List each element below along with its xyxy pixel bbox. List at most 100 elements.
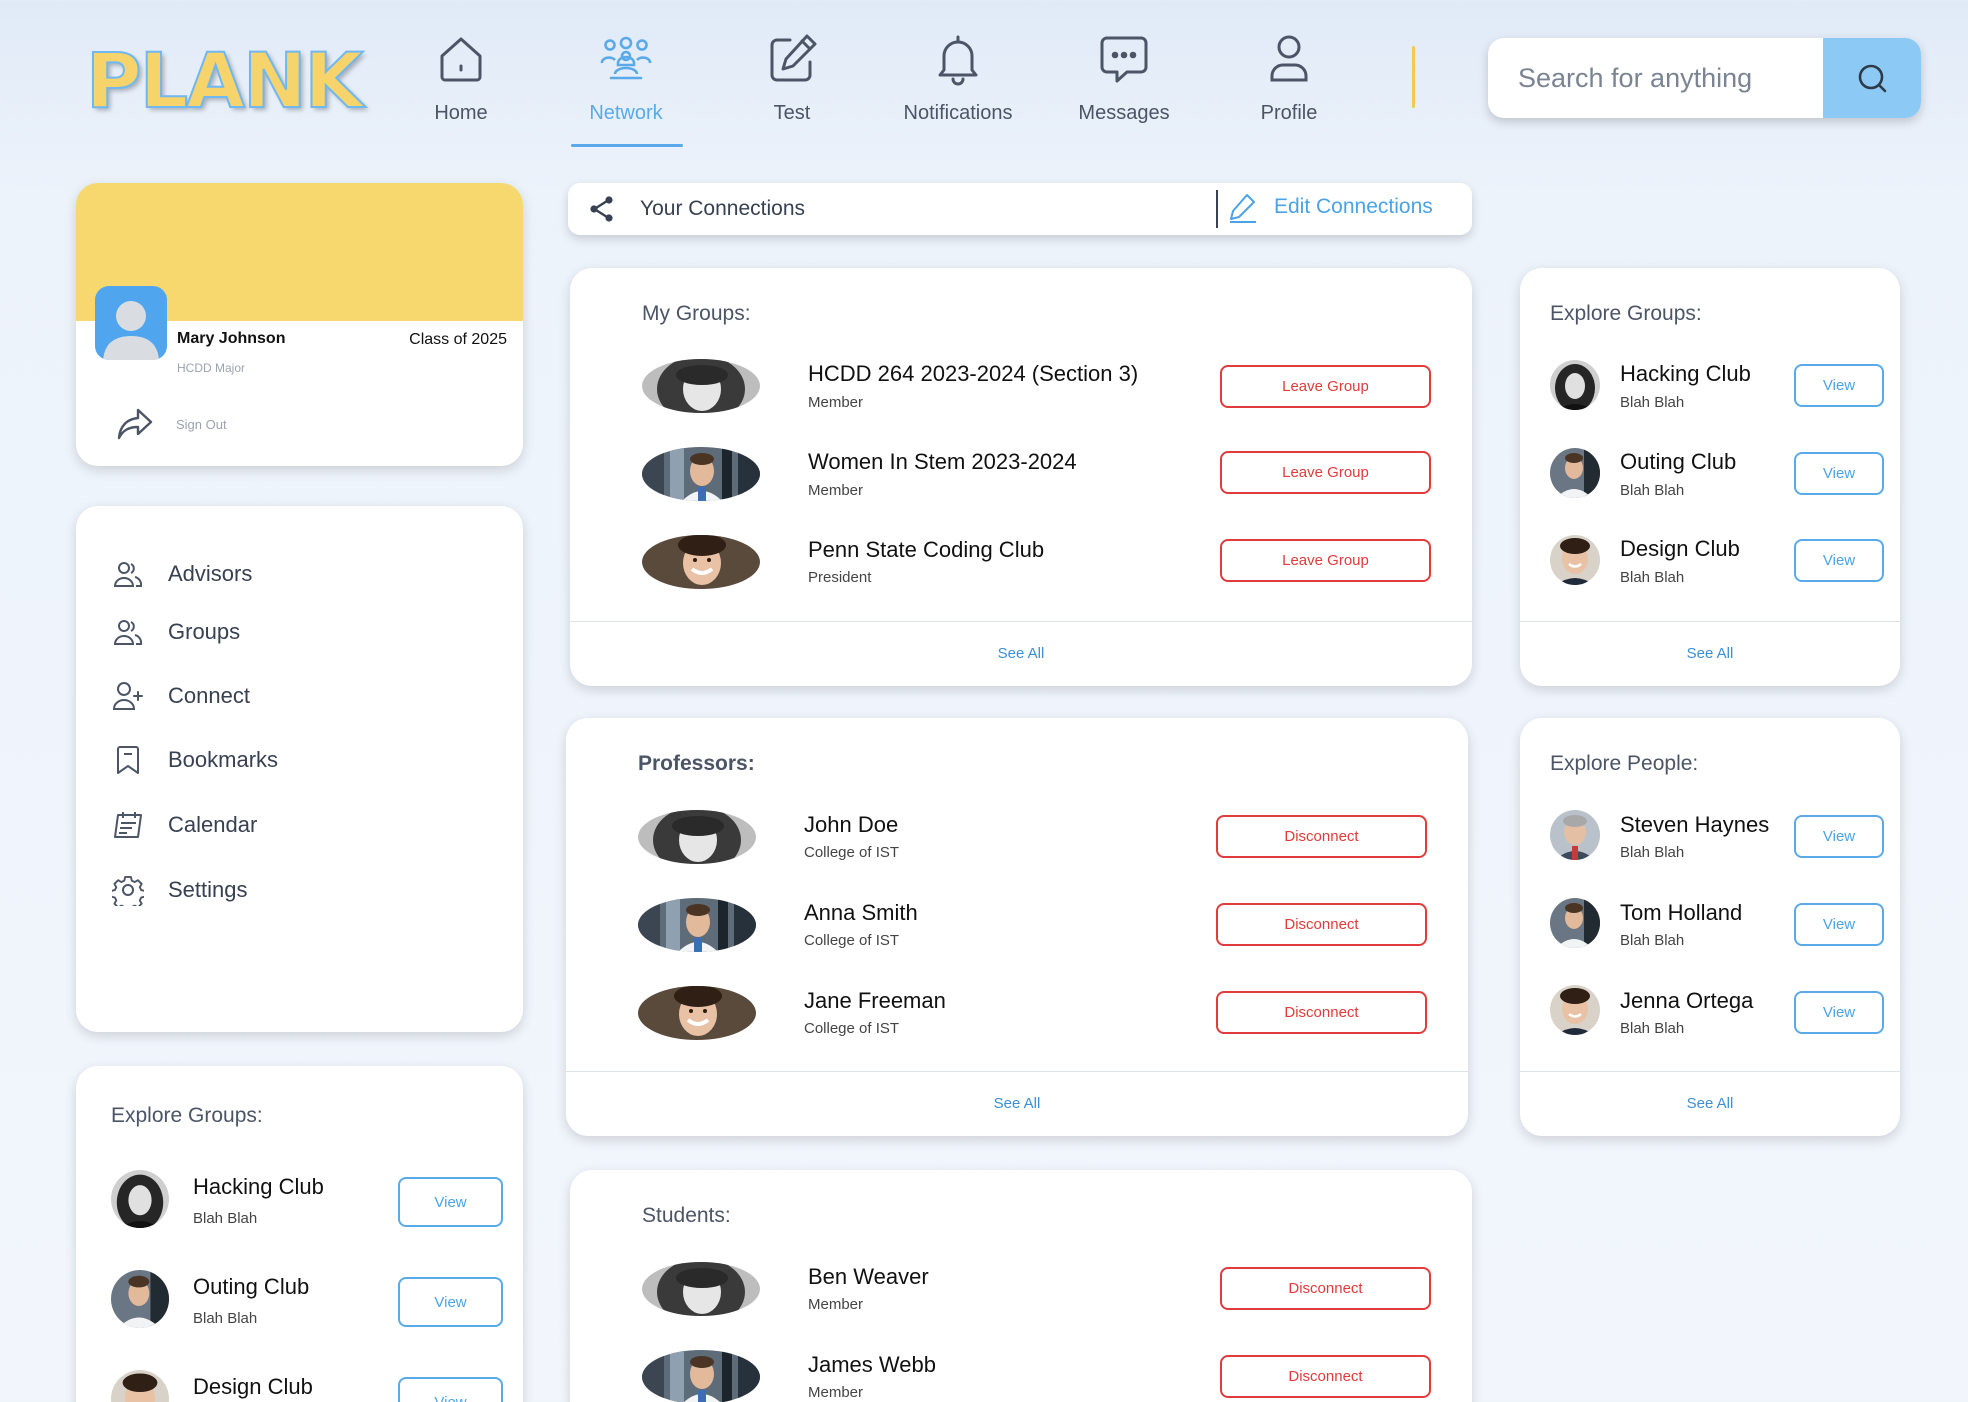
sidebar-item-bookmarks[interactable]: Bookmarks <box>112 744 278 776</box>
see-all-link[interactable]: See All <box>1520 645 1900 662</box>
person-photo <box>642 1262 760 1316</box>
sidebar-item-label: Settings <box>168 877 248 902</box>
person-avatar <box>1550 985 1600 1035</box>
person-name: Ben Weaver <box>808 1264 929 1289</box>
person-name: James Webb <box>808 1352 936 1377</box>
person-role: Member <box>808 1296 864 1313</box>
nav-messages-label: Messages <box>1078 102 1170 124</box>
app-logo[interactable]: PLANK <box>85 37 364 125</box>
sidebar-item-settings[interactable]: Settings <box>112 874 248 906</box>
person-affiliation: College of IST <box>804 932 900 949</box>
view-button[interactable]: View <box>1794 815 1884 858</box>
sidebar-item-advisors[interactable]: Advisors <box>112 558 252 590</box>
disconnect-button[interactable]: Disconnect <box>1220 1355 1431 1398</box>
item-name: Outing Club <box>193 1274 310 1299</box>
sidebar-item-label: Groups <box>168 619 241 644</box>
profile-card: Mary Johnson Class of 2025 HCDD Major Si… <box>76 183 523 466</box>
view-button[interactable]: View <box>398 1277 503 1327</box>
divider <box>570 621 1472 622</box>
group-photo <box>642 535 760 589</box>
person-name: Jane Freeman <box>804 988 946 1013</box>
sign-out-button[interactable]: Sign Out <box>116 407 227 441</box>
person-photo <box>638 810 756 864</box>
person-name: Anna Smith <box>804 900 918 925</box>
nav-notifications[interactable]: Notifications <box>883 30 1033 125</box>
disconnect-button[interactable]: Disconnect <box>1216 815 1427 858</box>
explore-groups-left-card: Explore Groups: Hacking Club Blah Blah V… <box>76 1066 523 1402</box>
calendar-icon <box>114 812 142 838</box>
group-avatar <box>1550 360 1600 410</box>
item-name: Tom Holland <box>1620 900 1743 925</box>
search-input[interactable] <box>1488 38 1824 118</box>
item-sub: Blah Blah <box>1620 932 1685 949</box>
profile-name: Mary Johnson <box>177 330 286 347</box>
disconnect-button[interactable]: Disconnect <box>1220 1267 1431 1310</box>
explore-groups-card: Explore Groups: Hacking Club Blah Blah V… <box>1520 268 1900 686</box>
person-affiliation: College of IST <box>804 844 900 861</box>
leave-group-button[interactable]: Leave Group <box>1220 539 1431 582</box>
sidebar-menu: Advisors Groups Connect Bookmarks Calend… <box>76 506 523 1032</box>
nav-home[interactable]: Home <box>386 30 536 125</box>
home-icon <box>440 37 482 82</box>
bookmark-icon <box>117 746 139 774</box>
edit-connections-label: Edit Connections <box>1274 195 1433 218</box>
group-photo <box>642 447 760 501</box>
section-title: My Groups: <box>642 302 751 325</box>
disconnect-button[interactable]: Disconnect <box>1216 903 1427 946</box>
item-name: Outing Club <box>1620 449 1737 474</box>
sidebar-item-label: Calendar <box>168 812 258 837</box>
sidebar-item-groups[interactable]: Groups <box>112 616 240 648</box>
nav-profile-label: Profile <box>1260 102 1318 124</box>
connections-bar: Your Connections Edit Connections <box>568 183 1472 235</box>
person-avatar <box>1550 810 1600 860</box>
person-role: Member <box>808 1384 864 1401</box>
nav-test[interactable]: Test <box>717 30 867 125</box>
divider <box>1520 621 1900 622</box>
view-button[interactable]: View <box>398 1377 503 1402</box>
leave-group-button[interactable]: Leave Group <box>1220 451 1431 494</box>
divider <box>1520 1071 1900 1072</box>
section-title: Students: <box>642 1204 731 1227</box>
item-name: Jenna Ortega <box>1620 988 1754 1013</box>
group-role: Member <box>808 394 864 411</box>
chat-icon <box>1100 36 1148 83</box>
view-button[interactable]: View <box>398 1177 503 1227</box>
item-sub: Blah Blah <box>193 1210 258 1227</box>
item-sub: Blah Blah <box>1620 482 1685 499</box>
pencil-icon <box>1230 194 1256 223</box>
view-button[interactable]: View <box>1794 903 1884 946</box>
edit-connections-button[interactable]: Edit Connections <box>1228 191 1433 223</box>
nav-profile[interactable]: Profile <box>1214 30 1364 125</box>
students-card: Students: Ben Weaver Member Disconnect J… <box>570 1170 1472 1402</box>
sidebar-item-connect[interactable]: Connect <box>112 680 250 712</box>
person-name: John Doe <box>804 812 899 837</box>
sidebar-item-calendar[interactable]: Calendar <box>112 809 257 841</box>
item-sub: Blah Blah <box>1620 394 1685 411</box>
nav-network[interactable]: Network <box>551 30 701 125</box>
nav-test-label: Test <box>773 102 811 124</box>
see-all-link[interactable]: See All <box>570 645 1472 662</box>
group-avatar <box>111 1170 169 1228</box>
view-button[interactable]: View <box>1794 991 1884 1034</box>
section-title: Explore Groups: <box>1550 302 1702 325</box>
see-all-link[interactable]: See All <box>1520 1095 1900 1112</box>
person-photo <box>638 986 756 1040</box>
nav-home-label: Home <box>434 102 488 124</box>
view-button[interactable]: View <box>1794 452 1884 495</box>
see-all-link[interactable]: See All <box>566 1095 1468 1112</box>
network-icon <box>600 36 652 80</box>
group-photo <box>642 359 760 413</box>
disconnect-button[interactable]: Disconnect <box>1216 991 1427 1034</box>
leave-group-button[interactable]: Leave Group <box>1220 365 1431 408</box>
nav-messages[interactable]: Messages <box>1049 30 1199 125</box>
view-button[interactable]: View <box>1794 539 1884 582</box>
avatar[interactable] <box>95 286 167 360</box>
sidebar-item-label: Connect <box>168 683 250 708</box>
section-title: Professors: <box>638 752 755 775</box>
search-button[interactable] <box>1823 38 1921 118</box>
person-photo <box>638 898 756 952</box>
item-name: Design Club <box>1620 536 1740 561</box>
view-button[interactable]: View <box>1794 364 1884 407</box>
nav-active-underline <box>571 144 683 147</box>
section-title: Explore People: <box>1550 752 1699 775</box>
